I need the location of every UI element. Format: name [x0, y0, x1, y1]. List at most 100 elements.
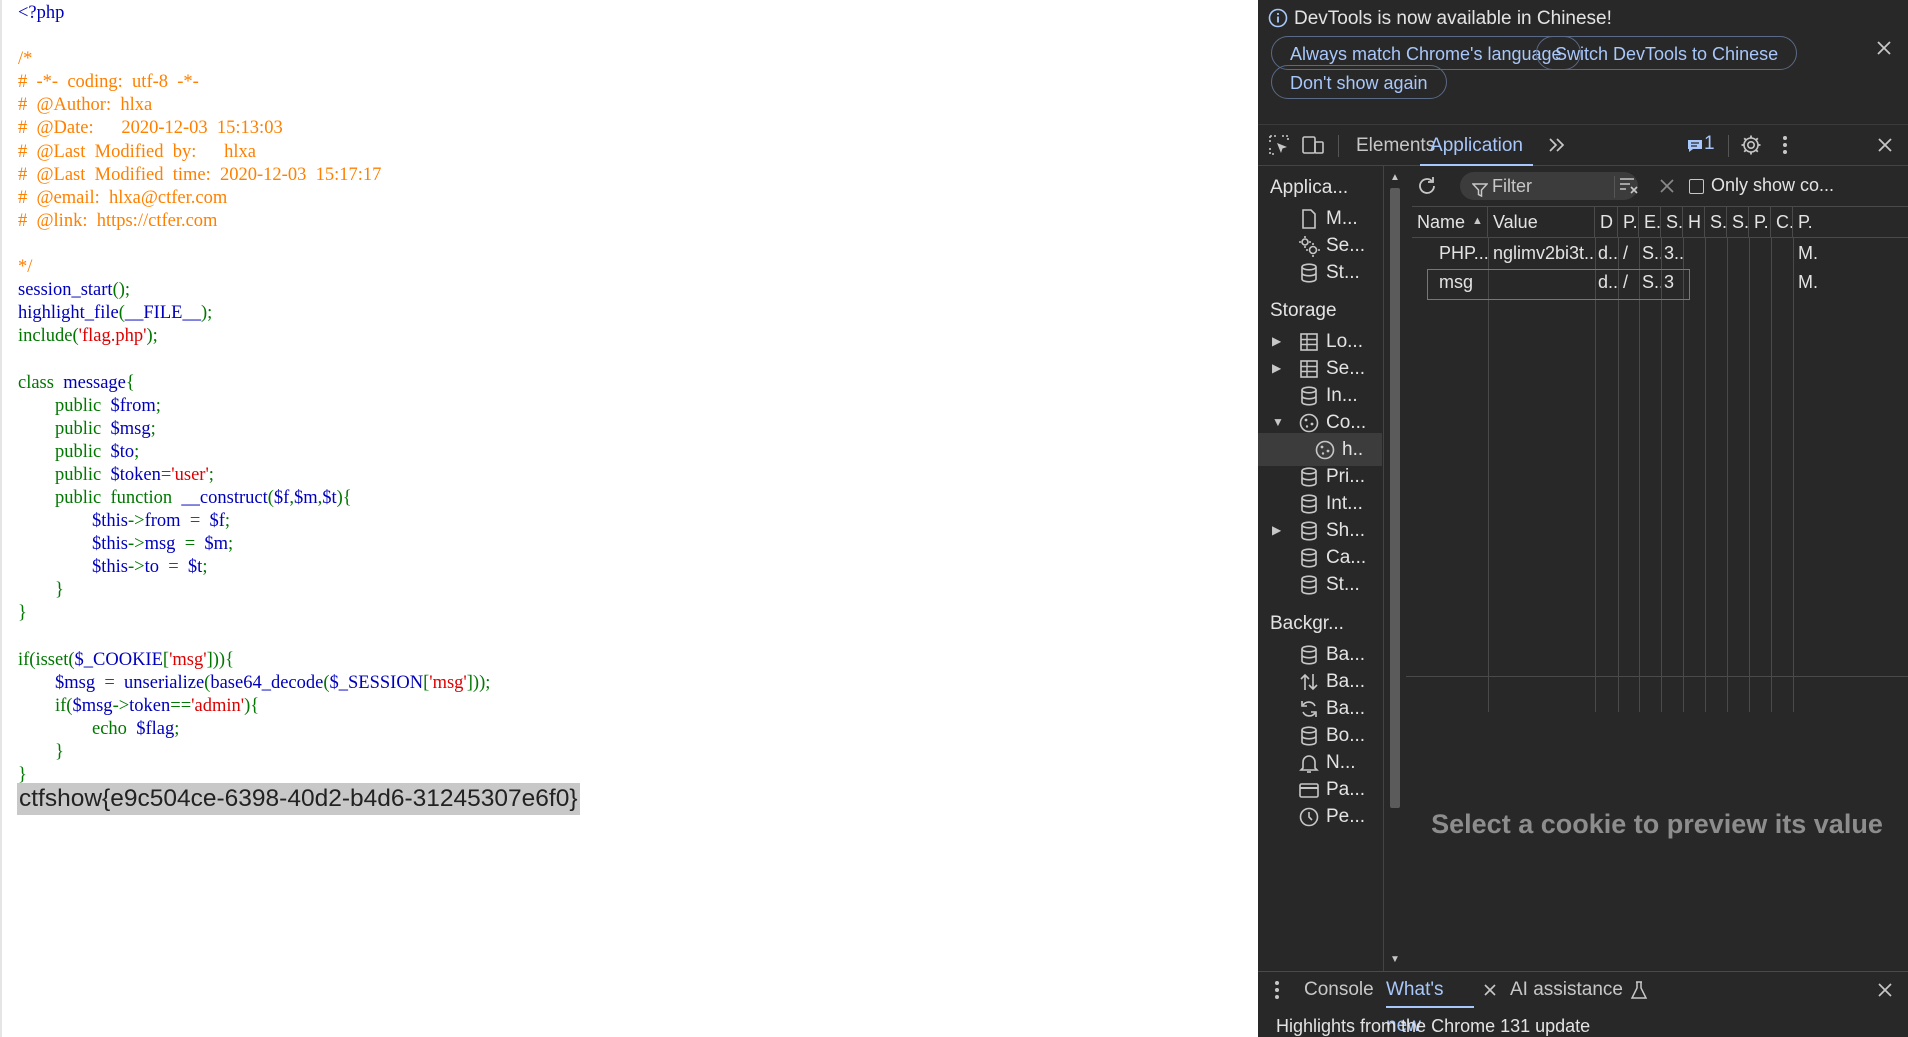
col-header-cross-site[interactable]: C.	[1771, 206, 1793, 238]
code-token: $m	[293, 487, 318, 508]
sidebar-section-application[interactable]: Applica...	[1270, 177, 1348, 199]
code-line: public $token='user';	[18, 464, 490, 487]
code-token: 'msg'	[429, 672, 467, 693]
col-header-size[interactable]: S.	[1661, 206, 1683, 238]
code-line: /*	[18, 48, 490, 71]
tab-elements[interactable]: Elements	[1356, 125, 1435, 166]
code-token: ->	[127, 557, 145, 578]
code-token: $token	[110, 464, 161, 485]
code-token: ]));	[466, 672, 491, 693]
code-token: # @email: hlxa@ctfer.com	[18, 187, 228, 208]
tab-application[interactable]: Application	[1420, 125, 1533, 166]
code-token: ;	[224, 511, 231, 532]
application-sidebar: Applica... M... Se... St... Storage ▶ Lo…	[1258, 166, 1384, 971]
clear-filtered-icon[interactable]	[1616, 172, 1642, 198]
code-line: highlight_file(__FILE__);	[18, 302, 490, 325]
code-token: echo	[18, 718, 137, 739]
page-content: <?php /* # -*- coding: utf-8 -*- # @Author:…	[0, 0, 1258, 1037]
delete-selected-icon[interactable]	[1654, 173, 1680, 199]
only-show-checkbox[interactable]	[1689, 179, 1704, 194]
cookie-priority: M.	[1798, 243, 1818, 263]
cookie-filter-input[interactable]: Filter	[1460, 172, 1638, 200]
column-divider	[1793, 238, 1794, 712]
code-line: }	[18, 741, 490, 764]
scroll-up-arrow-icon[interactable]: ▲	[1390, 172, 1400, 183]
toolbar-divider	[1614, 176, 1615, 198]
switch-to-chinese-button[interactable]: Switch DevTools to Chinese	[1536, 36, 1798, 70]
drawer-tab-whats-new[interactable]: What's new	[1386, 972, 1474, 1036]
code-token: =	[184, 534, 205, 555]
code-line: if($msg->token=='admin'){	[18, 695, 490, 718]
col-header-httponly[interactable]: H	[1683, 206, 1705, 238]
drawer-tab-console[interactable]: Console	[1304, 972, 1374, 1008]
col-header-path[interactable]: P.	[1618, 206, 1639, 238]
drawer-tab-ai-assistance[interactable]: AI assistance	[1510, 972, 1623, 1008]
close-drawer-icon[interactable]	[1876, 981, 1894, 1005]
refresh-icon[interactable]	[1414, 173, 1440, 199]
col-header-domain[interactable]: D	[1595, 206, 1618, 238]
cookie-name: PHP...	[1439, 243, 1488, 263]
code-token: public	[18, 418, 111, 439]
sidebar-scrollbar-thumb[interactable]	[1390, 188, 1400, 808]
col-header-secure[interactable]: S.	[1705, 206, 1727, 238]
column-divider	[1618, 238, 1619, 712]
cookie-path: /	[1623, 243, 1629, 263]
drawer-menu-icon[interactable]	[1274, 980, 1280, 1006]
code-line: # @Author: hlxa	[18, 94, 490, 117]
code-token: $flag	[136, 718, 175, 739]
code-token: $t	[187, 557, 203, 578]
cookie-preview-pane: Select a cookie to preview its value	[1406, 676, 1908, 972]
col-header-partition-key[interactable]: P.	[1749, 206, 1771, 238]
flag-output: ctfshow{e9c504ce-6398-40d2-b4d6-31245307…	[17, 783, 580, 815]
bell-icon	[1298, 752, 1320, 774]
code-line: $this->from = $f;	[18, 510, 490, 533]
scroll-down-arrow-icon[interactable]: ▼	[1390, 954, 1400, 965]
code-token: $m	[204, 534, 229, 555]
language-infobar: DevTools is now available in Chinese! Al…	[1258, 0, 1908, 124]
code-line: class message{	[18, 372, 490, 395]
issues-count[interactable]: 1	[1704, 133, 1715, 155]
code-token: # @link: https://ctfer.com	[18, 210, 218, 231]
col-header-samesite[interactable]: S.	[1727, 206, 1749, 238]
code-token: ;	[228, 534, 234, 555]
code-token: public	[18, 395, 111, 416]
sidebar-item-storage[interactable]: St...	[1258, 256, 1382, 289]
tabbar-divider	[1338, 135, 1339, 157]
more-tabs-icon[interactable]	[1544, 132, 1570, 158]
close-devtools-icon[interactable]	[1872, 132, 1898, 158]
code-line: echo $flag;	[18, 718, 490, 741]
code-token: }	[18, 742, 64, 762]
col-header-expires[interactable]: E.	[1639, 206, 1661, 238]
code-token: # @Last Modified by: hlxa	[18, 141, 256, 162]
only-show-label[interactable]: Only show co...	[1711, 175, 1834, 196]
code-token: <?php	[18, 3, 65, 23]
code-token: token	[129, 695, 171, 716]
device-toolbar-icon[interactable]	[1300, 132, 1326, 158]
sidebar-item-periodic-sync[interactable]: Pe...	[1258, 800, 1382, 833]
sidebar-section-storage[interactable]: Storage	[1270, 300, 1337, 322]
inspect-element-icon[interactable]	[1266, 132, 1292, 158]
table-row[interactable]: PHP... nglimv2bi3t... d.. / S.. 3.. M.	[1412, 238, 1908, 268]
code-token: __construct	[181, 487, 268, 508]
dont-show-again-button[interactable]: Don't show again	[1271, 65, 1447, 99]
more-options-icon[interactable]	[1772, 132, 1798, 158]
code-line: # @email: hlxa@ctfer.com	[18, 187, 490, 210]
database-icon	[1298, 644, 1320, 666]
sidebar-section-background-services[interactable]: Backgr...	[1270, 613, 1344, 635]
col-header-value[interactable]: Value	[1488, 206, 1595, 238]
code-token: $_SESSION	[329, 672, 424, 693]
sidebar-item-storage-buckets[interactable]: St...	[1258, 568, 1382, 601]
col-header-priority[interactable]: P.	[1793, 206, 1908, 238]
settings-gear-icon[interactable]	[1738, 132, 1764, 158]
code-line: $this->msg = $m;	[18, 533, 490, 556]
close-icon[interactable]	[1874, 38, 1894, 58]
close-tab-icon[interactable]	[1482, 982, 1498, 1004]
code-token: public function	[18, 487, 182, 508]
code-token: __FILE__	[124, 303, 201, 324]
code-token: to	[144, 557, 169, 578]
code-token: 'msg'	[169, 649, 207, 670]
code-token: $this	[92, 557, 128, 578]
